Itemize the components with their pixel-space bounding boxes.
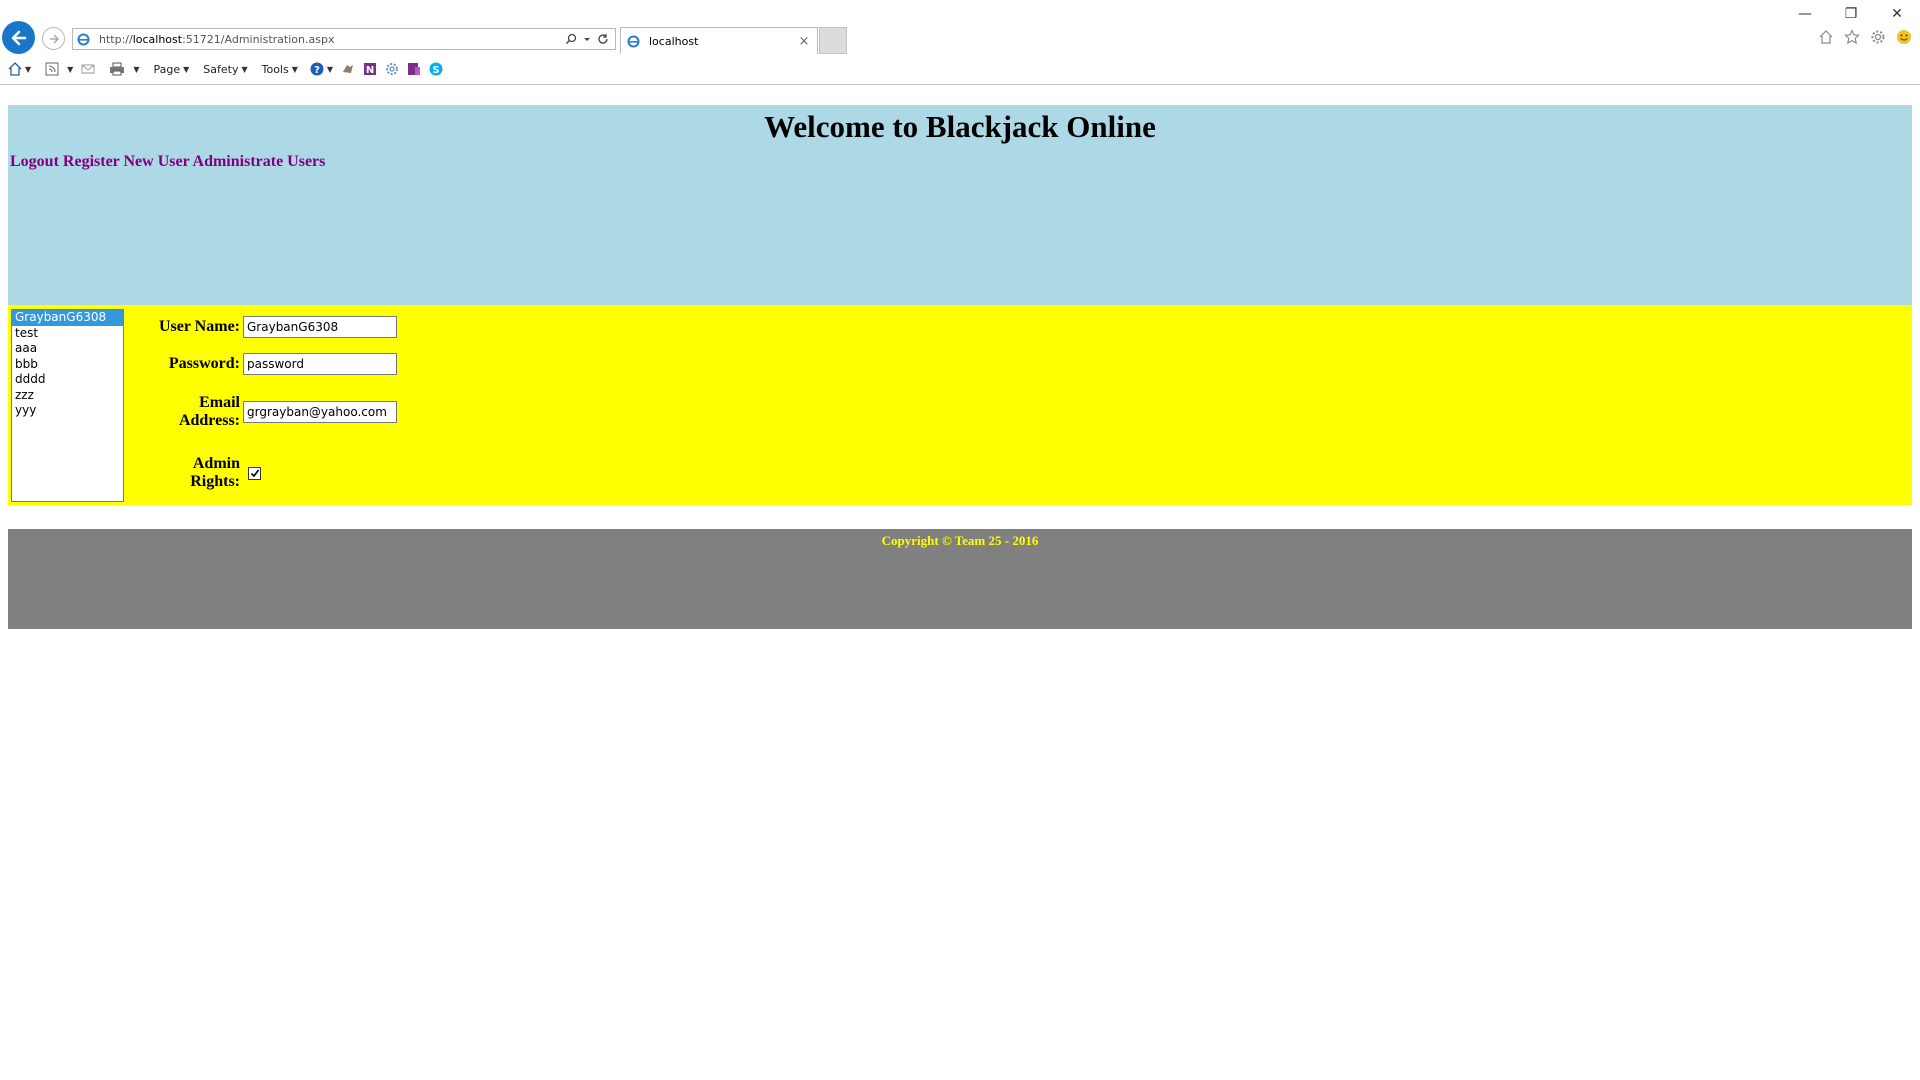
admin-panel: GraybanG6308 test aaa bbb dddd zzz yyy User Na… (8, 305, 1912, 505)
site-title: Welcome to Blackjack Online (764, 109, 1156, 144)
refresh-icon[interactable] (597, 33, 609, 45)
arrow-right-icon (49, 33, 59, 44)
back-button[interactable] (2, 21, 35, 54)
user-list-item[interactable]: zzz (12, 388, 123, 404)
address-bar[interactable]: http://localhost:51721/Administration.as… (72, 28, 616, 50)
user-list-item[interactable]: yyy (12, 403, 123, 419)
forward-button[interactable] (42, 27, 65, 50)
chevron-down-icon: ▼ (326, 64, 334, 74)
email-field[interactable] (243, 401, 397, 423)
ie-icon (627, 35, 643, 48)
user-list-item[interactable]: bbb (12, 357, 123, 373)
password-label: Password: (168, 355, 240, 372)
settings-addon-button[interactable] (385, 62, 399, 76)
nav-register-new-user-link[interactable]: Register New User (63, 153, 189, 170)
onenote-button[interactable]: N (363, 62, 377, 76)
password-field[interactable] (243, 353, 397, 375)
research-addon-button[interactable] (341, 62, 355, 76)
svg-text:N: N (366, 65, 374, 76)
chevron-down-icon: ▼ (133, 64, 140, 74)
favorites-star-icon[interactable] (1844, 29, 1860, 45)
chevron-down-icon[interactable] (583, 35, 591, 43)
arrow-left-icon (11, 30, 26, 45)
mail-icon (81, 64, 95, 74)
username-field[interactable] (243, 316, 397, 338)
printer-icon (110, 62, 125, 76)
browser-chrome: http://localhost:51721/Administration.as… (0, 0, 1920, 85)
command-bar: ▼ ▼ ▼ Page ▼ Safety ▼ Tools ▼ ? ▼ N S (0, 58, 1920, 80)
help-icon: ? (310, 62, 324, 76)
feeds-menu[interactable]: ▼ (45, 62, 73, 76)
safety-menu[interactable]: Safety ▼ (203, 63, 247, 76)
user-list-item[interactable]: GraybanG6308 (12, 310, 123, 326)
page-menu[interactable]: Page ▼ (153, 63, 189, 76)
home-icon[interactable] (1818, 29, 1834, 45)
main-nav: Logout Register New User Administrate Us… (8, 153, 1912, 171)
user-list-item[interactable]: dddd (12, 372, 123, 388)
admin-rights-checkbox[interactable] (248, 466, 261, 480)
research-icon (343, 65, 354, 73)
page-body: Welcome to Blackjack Online Logout Regis… (8, 105, 1912, 629)
username-label: User Name: (158, 318, 240, 335)
onenote-icon: N (364, 63, 377, 76)
search-icon[interactable] (565, 33, 577, 45)
tab-title: localhost (649, 34, 699, 48)
user-list-item[interactable]: test (12, 326, 123, 342)
ie-icon (77, 33, 93, 46)
url-text[interactable]: http://localhost:51721/Administration.as… (99, 33, 565, 46)
copyright-text: Copyright © Team 25 - 2016 (881, 533, 1039, 548)
onenote-linked-notes-button[interactable] (407, 62, 421, 76)
chevron-down-icon: ▼ (291, 64, 298, 74)
nav-administrate-users-link[interactable]: Administrate Users (193, 153, 326, 170)
home-menu[interactable]: ▼ (8, 62, 31, 76)
email-label: Email Address: (178, 394, 240, 429)
rss-feed-icon (45, 62, 59, 76)
browser-tab[interactable]: localhost × (620, 27, 818, 54)
site-footer: Copyright © Team 25 - 2016 (8, 529, 1912, 629)
svg-text:?: ? (314, 65, 320, 76)
chevron-down-icon: ▼ (241, 64, 248, 74)
help-menu[interactable]: ? ▼ (310, 62, 333, 76)
read-mail-button[interactable] (81, 63, 95, 75)
site-header: Welcome to Blackjack Online Logout Regis… (8, 105, 1912, 305)
home-icon (8, 62, 22, 76)
skype-icon: S (429, 62, 443, 76)
onenote-linked-icon (408, 63, 421, 75)
chevron-down-icon: ▼ (25, 64, 32, 74)
checkmark-icon (250, 469, 259, 478)
skype-button[interactable]: S (429, 62, 443, 76)
admin-rights-label: Admin Rights: (190, 455, 240, 490)
restore-button[interactable]: ❐ (1828, 0, 1874, 28)
chevron-down-icon: ▼ (183, 64, 190, 74)
chevron-down-icon: ▼ (67, 64, 74, 74)
gear-icon (386, 63, 399, 75)
gear-icon[interactable] (1870, 29, 1886, 45)
user-list-item[interactable]: aaa (12, 341, 123, 357)
new-tab-button[interactable] (819, 27, 847, 54)
nav-logout-link[interactable]: Logout (10, 153, 59, 170)
minimize-button[interactable]: — (1782, 0, 1828, 28)
smiley-feedback-icon[interactable] (1896, 29, 1912, 45)
tools-menu[interactable]: Tools ▼ (262, 63, 298, 76)
print-menu[interactable]: ▼ (109, 62, 139, 76)
close-tab-icon[interactable]: × (797, 34, 811, 49)
user-listbox[interactable]: GraybanG6308 test aaa bbb dddd zzz yyy (11, 309, 124, 502)
close-window-button[interactable]: ✕ (1874, 0, 1920, 28)
svg-text:S: S (432, 65, 439, 76)
